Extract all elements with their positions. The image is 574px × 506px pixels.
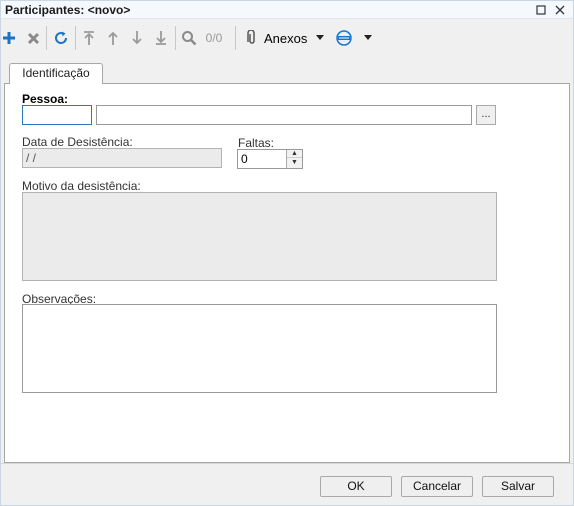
motivo-textarea bbox=[22, 192, 497, 281]
observacoes-textarea[interactable] bbox=[22, 304, 497, 393]
search-icon[interactable] bbox=[180, 28, 198, 48]
faltas-label: Faltas: bbox=[238, 136, 275, 150]
toolbar-separator bbox=[75, 26, 76, 50]
last-record-icon[interactable] bbox=[153, 28, 169, 48]
spin-down-icon[interactable]: ▼ bbox=[287, 158, 302, 167]
refresh-icon[interactable] bbox=[52, 28, 70, 48]
tab-panel: Pessoa: ... Data de Desistência: / / Fal… bbox=[4, 83, 570, 463]
record-counter: 0/0 bbox=[205, 31, 223, 45]
ok-button[interactable]: OK bbox=[320, 476, 392, 497]
chevron-down-icon[interactable] bbox=[315, 28, 325, 48]
plus-icon[interactable] bbox=[1, 28, 17, 48]
pessoa-label: Pessoa: bbox=[22, 92, 69, 106]
faltas-spinner[interactable]: ▲ ▼ bbox=[286, 150, 302, 168]
pessoa-lookup-button[interactable]: ... bbox=[476, 105, 496, 125]
spin-up-icon[interactable]: ▲ bbox=[287, 150, 302, 158]
pessoa-code-input[interactable] bbox=[22, 105, 92, 125]
delete-icon[interactable] bbox=[25, 28, 41, 48]
toolbar-separator bbox=[175, 26, 176, 50]
previous-record-icon[interactable] bbox=[105, 28, 121, 48]
cancel-button[interactable]: Cancelar bbox=[401, 476, 473, 497]
pessoa-name-input[interactable] bbox=[96, 105, 472, 125]
data-desistencia-label: Data de Desistência: bbox=[22, 135, 133, 149]
motivo-label: Motivo da desistência: bbox=[22, 179, 141, 193]
first-record-icon[interactable] bbox=[81, 28, 97, 48]
toolbar-separator bbox=[46, 26, 47, 50]
faltas-input[interactable]: 0 ▲ ▼ bbox=[237, 149, 303, 169]
save-button[interactable]: Salvar bbox=[482, 476, 554, 497]
dialog-window: Participantes: <novo> 0/0 Anexos Identif… bbox=[0, 0, 574, 506]
close-icon[interactable] bbox=[552, 2, 568, 18]
content-area: Identificação Pessoa: ... Data de Desist… bbox=[4, 59, 570, 463]
maximize-icon[interactable] bbox=[533, 2, 549, 18]
next-record-icon[interactable] bbox=[129, 28, 145, 48]
toolbar: 0/0 Anexos bbox=[1, 20, 573, 56]
window-title: Participantes: <novo> bbox=[5, 3, 131, 17]
globe-icon[interactable] bbox=[335, 28, 353, 48]
paperclip-icon[interactable] bbox=[245, 28, 259, 48]
title-bar: Participantes: <novo> bbox=[1, 1, 573, 19]
footer: OK Cancelar Salvar bbox=[1, 463, 573, 505]
toolbar-separator bbox=[235, 26, 236, 50]
attachments-button[interactable]: Anexos bbox=[264, 28, 310, 48]
faltas-value: 0 bbox=[241, 152, 248, 166]
chevron-down-icon[interactable] bbox=[363, 28, 373, 48]
tab-identificacao[interactable]: Identificação bbox=[9, 63, 103, 84]
data-desistencia-input: / / bbox=[22, 148, 222, 168]
